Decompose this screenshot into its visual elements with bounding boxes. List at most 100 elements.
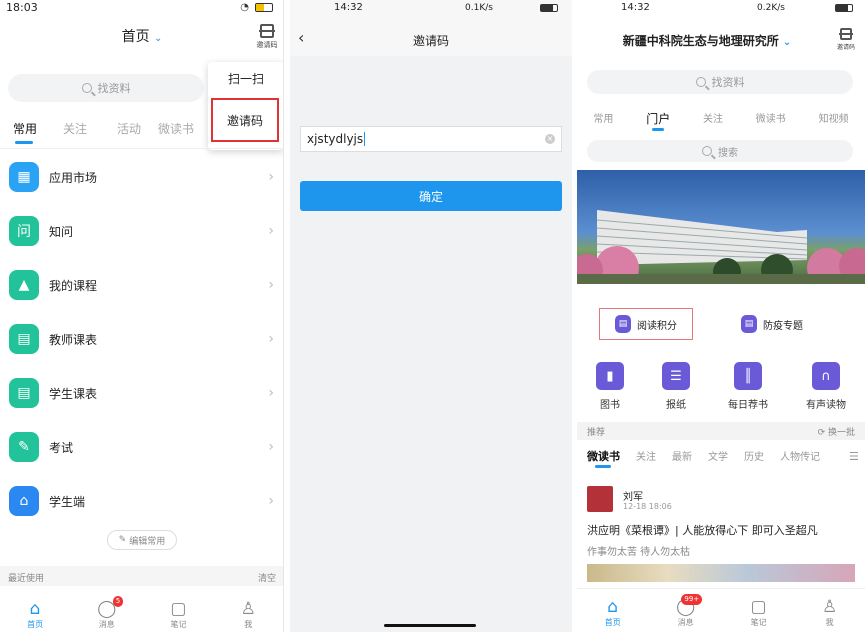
grid-item-newspaper[interactable]: ☰ 报纸 (662, 362, 690, 411)
tab-wechat-read[interactable]: 微读书 (158, 120, 208, 144)
list-item-exam[interactable]: ✎ 考试 › (0, 420, 283, 474)
tab-literature[interactable]: 文学 (708, 448, 728, 468)
reading-points-button[interactable]: ▤ 阅读积分 (599, 308, 693, 340)
tabbar-notes-label: 笔记 (170, 620, 187, 629)
battery-icon (540, 4, 558, 12)
tab-wechat-read[interactable]: 微读书 (756, 110, 786, 134)
refresh-icon: ⟳ (817, 428, 826, 438)
epidemic-topic-button[interactable]: ▤ 防疫专题 (741, 312, 841, 336)
reading-points-icon: ▤ (615, 315, 631, 333)
list-item-label: 我的课程 (49, 278, 98, 293)
menu-item-scan[interactable]: 扫一扫 (208, 70, 283, 87)
banner-image[interactable] (577, 170, 865, 284)
scan-label: 邀请码 (256, 41, 278, 49)
list-item-label: 应用市场 (49, 170, 98, 185)
recent-label: 最近使用 (8, 574, 45, 584)
tab-follow[interactable]: 关注 (703, 110, 723, 134)
tab-wechat-read[interactable]: 微读书 (587, 448, 620, 468)
apps-icon: ▦ (9, 162, 39, 192)
post-title[interactable]: 洪应明《菜根谭》| 人能放得心下 即可入圣超凡 (587, 522, 863, 538)
tabbar-home-label: 首页 (604, 618, 621, 627)
tab-follow[interactable]: 关注 (50, 120, 100, 144)
grid-item-audiobooks[interactable]: ∩ 有声读物 (806, 362, 846, 411)
post-author[interactable]: 刘军 (623, 488, 643, 503)
tab-know-video[interactable]: 知视频 (819, 110, 849, 134)
tab-indicator (595, 465, 611, 468)
more-tabs-icon[interactable]: ☰ (849, 450, 859, 463)
grid-item-daily-books[interactable]: ║ 每日荐书 (728, 362, 768, 411)
chevron-down-icon: ⌄ (782, 37, 792, 48)
scan-label: 邀请码 (836, 44, 855, 51)
network-speed: 0.2K/s (757, 3, 785, 13)
tabbar-notes[interactable]: ▢ 笔记 (751, 597, 767, 628)
search-icon (702, 146, 712, 156)
tabbar-me[interactable]: ♙ 我 (822, 597, 837, 628)
tabbar-home[interactable]: ⌂ 首页 (605, 597, 621, 628)
list-item-label: 教师课表 (49, 332, 98, 347)
status-time: 14:32 (334, 2, 363, 13)
list-item-student-end[interactable]: ⌂ 学生端 › (0, 474, 283, 528)
bottom-tab-bar: ⌂ 首页 ◯ 99+ 消息 ▢ 笔记 ♙ 我 (577, 588, 865, 632)
popup-menu: 扫一扫 邀请码 (208, 62, 283, 150)
tabbar-messages[interactable]: ◯ 5 消息 (97, 596, 124, 630)
institution-portal-screen: 14:32 0.2K/s 新疆中科院生态与地理研究所 ⌄ 邀请码 找资料 常用 … (577, 0, 865, 632)
chevron-right-icon: › (268, 439, 274, 455)
search-icon (81, 83, 92, 93)
tab-indicator (15, 141, 33, 144)
portal-search-bar[interactable]: 搜索 (587, 140, 853, 162)
scan-invite-button[interactable]: 邀请码 (833, 28, 859, 51)
status-time: 18:03 (6, 1, 38, 14)
list-item-student-schedule[interactable]: ▤ 学生课表 › (0, 366, 283, 420)
tab-history[interactable]: 历史 (744, 448, 764, 468)
qa-icon: 问 (9, 216, 39, 246)
invite-code-input[interactable]: xjstydlyjs × (300, 126, 562, 152)
tabbar-me-label: 我 (825, 618, 834, 627)
institution-title[interactable]: 新疆中科院生态与地理研究所 ⌄ (577, 32, 837, 49)
confirm-button[interactable]: 确定 (300, 181, 562, 211)
reading-tabs: 微读书 关注 最新 文学 历史 人物传记 (587, 448, 865, 468)
tab-portal-label: 门户 (646, 112, 671, 126)
tab-follow[interactable]: 关注 (636, 448, 656, 468)
tab-activity[interactable]: 活动 (100, 120, 158, 144)
chevron-right-icon: › (268, 277, 274, 293)
tabbar-notes[interactable]: ▢ 笔记 (170, 599, 186, 630)
chevron-right-icon: › (268, 169, 274, 185)
list-item-teacher-schedule[interactable]: ▤ 教师课表 › (0, 312, 283, 366)
post-image[interactable] (587, 564, 855, 582)
tabbar-home[interactable]: ⌂ 首页 (27, 599, 43, 630)
menu-item-invite-code[interactable]: 邀请码 (211, 98, 279, 142)
post-time: 12-18 18:06 (623, 502, 672, 511)
list-item-app-market[interactable]: ▦ 应用市场 › (0, 150, 283, 204)
list-item-my-courses[interactable]: ▲ 我的课程 › (0, 258, 283, 312)
tabbar-me-label: 我 (244, 620, 253, 629)
home-icon: ⌂ (29, 599, 41, 619)
tab-biography[interactable]: 人物传记 (780, 448, 820, 468)
search-bar[interactable]: 找资料 (587, 70, 853, 94)
clear-input-icon[interactable]: × (545, 134, 555, 144)
calendar-icon: ▤ (9, 378, 39, 408)
tabbar-me[interactable]: ♙ 我 (241, 599, 256, 630)
wifi-icon: ◔ (240, 2, 249, 13)
divider (0, 148, 283, 149)
building-photo (577, 210, 865, 284)
grid-item-books[interactable]: ▮ 图书 (596, 362, 624, 411)
tab-common[interactable]: 常用 (593, 110, 613, 134)
tab-latest[interactable]: 最新 (672, 448, 692, 468)
list-item-qa[interactable]: 问 知问 › (0, 204, 283, 258)
edit-common-button[interactable]: ✎ 编辑常用 (107, 530, 177, 550)
tabbar-messages[interactable]: ◯ 99+ 消息 (676, 594, 703, 628)
clear-button[interactable]: 清空 (258, 571, 276, 584)
page-title[interactable]: 首页 ⌄ (0, 26, 283, 46)
search-bar[interactable]: 找资料 (8, 74, 204, 102)
avatar[interactable] (587, 486, 613, 512)
category-tabs: 常用 关注 活动 微读书 (0, 120, 210, 144)
text-cursor (364, 132, 366, 146)
scan-invite-button[interactable]: 邀请码 (254, 24, 280, 50)
status-bar: 14:32 0.1K/s (290, 0, 572, 16)
tab-common[interactable]: 常用 (0, 120, 50, 144)
home-screen: 18:03 ◔ 首页 ⌄ 邀请码 找资料 扫一扫 邀请码 常用 关注 活动 微读… (0, 0, 284, 632)
search-placeholder: 找资料 (711, 76, 745, 89)
refresh-button[interactable]: ⟳ 换一批 (818, 425, 855, 438)
grid-item-label: 有声读物 (806, 400, 846, 411)
tab-portal[interactable]: 门户 (646, 110, 670, 134)
